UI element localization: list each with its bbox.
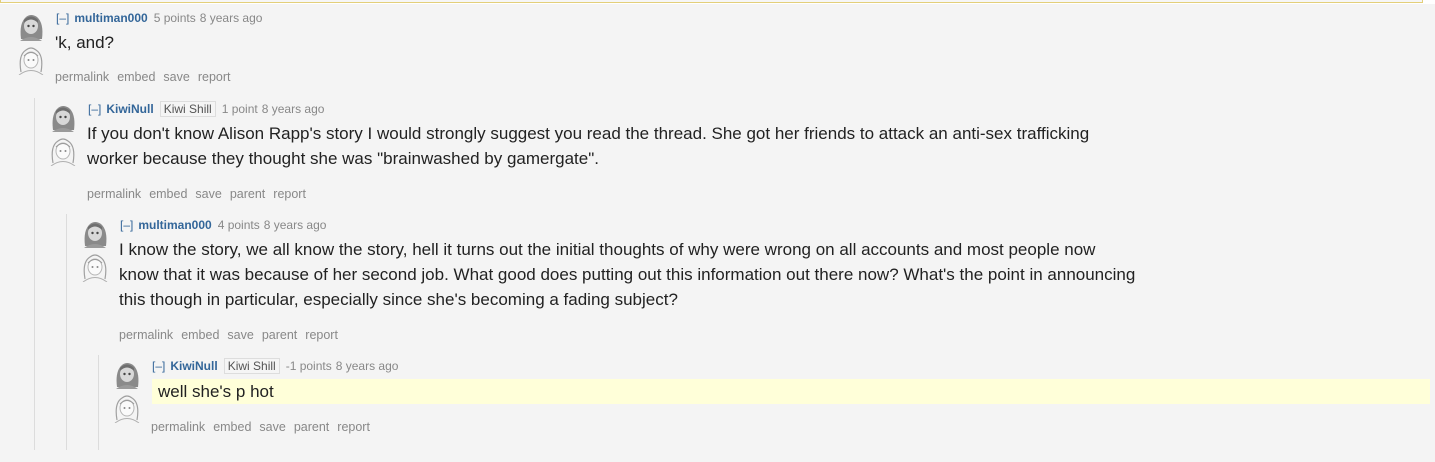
comment-tagline: [–] KiwiNull Kiwi Shill -1 points 8 years ag… [152, 358, 399, 374]
save-button[interactable]: save [227, 328, 253, 342]
save-button[interactable]: save [195, 187, 221, 201]
highlight-bar [0, 0, 1423, 3]
collapse-toggle[interactable]: [–] [56, 11, 69, 25]
embed-button[interactable]: embed [117, 70, 155, 84]
embed-button[interactable]: embed [149, 187, 187, 201]
comment-body-line: know that it was because of her second j… [119, 265, 1136, 284]
avatar-icon[interactable] [16, 11, 46, 41]
avatar-icon[interactable] [48, 102, 78, 132]
comment-body-line: worker because they thought she was "bra… [87, 149, 599, 168]
report-button[interactable]: report [198, 70, 231, 84]
timestamp: 8 years ago [263, 218, 327, 232]
parent-button[interactable]: parent [262, 328, 297, 342]
author-link[interactable]: multiman000 [138, 218, 211, 232]
avatar-icon[interactable] [112, 359, 142, 389]
author-link[interactable]: KiwiNull [170, 359, 217, 373]
embed-button[interactable]: embed [181, 328, 219, 342]
timestamp: 8 years ago [335, 359, 399, 373]
permalink-button[interactable]: permalink [87, 187, 141, 201]
timestamp: 8 years ago [199, 11, 263, 25]
comment-actions: permalink embed save parent report [87, 187, 314, 201]
collapse-toggle[interactable]: [–] [120, 218, 133, 232]
comment-body: If you don't know Alison Rapp's story I … [87, 121, 1089, 171]
avatar-icon[interactable] [80, 218, 110, 248]
comment-body-line: If you don't know Alison Rapp's story I … [87, 124, 1090, 143]
author-link[interactable]: multiman000 [74, 11, 147, 25]
thread-line [66, 214, 67, 450]
permalink-button[interactable]: permalink [119, 328, 173, 342]
avatar-sketch-icon [16, 45, 46, 75]
comment-body: I know the story, we all know the story,… [119, 237, 1135, 312]
comment-tagline: [–] KiwiNull Kiwi Shill 1 point 8 years ago [88, 101, 325, 117]
report-button[interactable]: report [305, 328, 338, 342]
thread-line [34, 98, 35, 450]
comment-body: well she's p hot [152, 379, 1430, 404]
report-button[interactable]: report [273, 187, 306, 201]
comment-body: 'k, and? [55, 33, 115, 52]
comment-actions: permalink embed save parent report [151, 420, 378, 434]
avatar-sketch-icon [48, 136, 78, 166]
score: -1 points [285, 359, 332, 373]
collapse-toggle[interactable]: [–] [88, 102, 101, 116]
avatar-sketch-icon [80, 252, 110, 282]
report-button[interactable]: report [337, 420, 370, 434]
comment-body-line: I know the story, we all know the story,… [119, 240, 1096, 259]
score: 4 points [217, 218, 260, 232]
comment-actions: permalink embed save parent report [119, 328, 346, 342]
author-link[interactable]: KiwiNull [106, 102, 153, 116]
permalink-button[interactable]: permalink [151, 420, 205, 434]
embed-button[interactable]: embed [213, 420, 251, 434]
comment-body-line: this though in particular, especially si… [119, 290, 678, 309]
avatar-sketch-icon [112, 393, 142, 423]
comment-actions: permalink embed save report [55, 70, 238, 84]
thread-line [98, 355, 99, 450]
collapse-toggle[interactable]: [–] [152, 359, 165, 373]
score: 5 points [153, 11, 196, 25]
save-button[interactable]: save [163, 70, 189, 84]
permalink-button[interactable]: permalink [55, 70, 109, 84]
save-button[interactable]: save [259, 420, 285, 434]
score: 1 point [221, 102, 258, 116]
parent-button[interactable]: parent [230, 187, 265, 201]
parent-button[interactable]: parent [294, 420, 329, 434]
comment-tagline: [–] multiman000 5 points 8 years ago [56, 11, 262, 25]
comment-tagline: [–] multiman000 4 points 8 years ago [120, 218, 326, 232]
user-flair: Kiwi Shill [223, 358, 280, 374]
user-flair: Kiwi Shill [159, 101, 216, 117]
timestamp: 8 years ago [261, 102, 325, 116]
